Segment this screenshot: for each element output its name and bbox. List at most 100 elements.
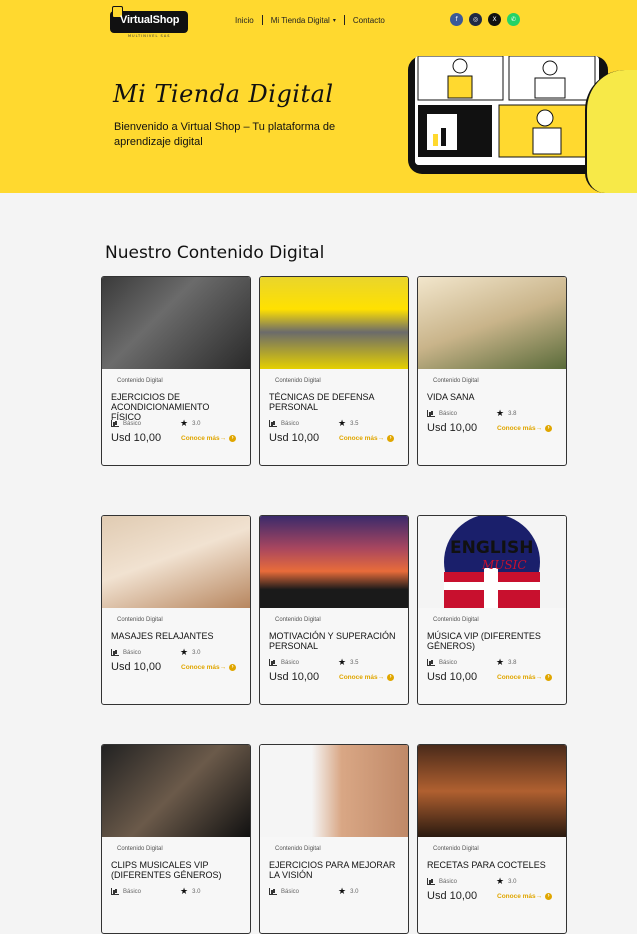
product-card-ejercicios-acondicionamiento[interactable]: Contenido Digital EJERCICIOS DE ACONDICI… (101, 276, 251, 466)
section-title: Nuestro Contenido Digital (105, 243, 325, 263)
card-price: Usd 10,00 (427, 671, 478, 683)
product-card-vida-sana[interactable]: Contenido Digital VIDA SANA Básico ★ 3.8… (417, 276, 567, 466)
star-icon: ★ (496, 876, 505, 886)
hero-banner: VirtualShop MULTINIVEL SAS Inicio Mi Tie… (0, 0, 637, 193)
bar-chart-icon (269, 420, 277, 427)
card-image[interactable] (260, 516, 408, 608)
music-text: MUSIC (482, 558, 527, 572)
card-image[interactable] (102, 516, 250, 608)
more-link[interactable]: Conoce más→ › (497, 893, 553, 900)
more-link[interactable]: Conoce más→ › (339, 674, 395, 681)
arrow-right-icon: › (387, 435, 395, 442)
star-icon: ★ (338, 886, 347, 896)
more-link-text: Conoce más→ (497, 674, 543, 681)
product-card-clips-musicales[interactable]: Contenido Digital CLIPS MUSICALES VIP (D… (101, 744, 251, 934)
nav-inicio[interactable]: Inicio (235, 16, 254, 25)
card-price: Usd 10,00 (111, 432, 162, 444)
card-title[interactable]: VIDA SANA (427, 392, 555, 402)
product-card-masajes[interactable]: Contenido Digital MASAJES RELAJANTES Bás… (101, 515, 251, 705)
bar-chart-icon (111, 649, 119, 656)
more-link-text: Conoce más→ (497, 893, 543, 900)
card-title[interactable]: MASAJES RELAJANTES (111, 631, 239, 641)
more-link-text: Conoce más→ (181, 664, 227, 671)
product-card-mejorar-vision[interactable]: Contenido Digital EJERCICIOS PARA MEJORA… (259, 744, 409, 934)
bar-chart-icon (427, 878, 435, 885)
more-link-text: Conoce más→ (339, 435, 385, 442)
more-link-text: Conoce más→ (181, 435, 227, 442)
arrow-right-icon: › (545, 674, 553, 681)
bar-chart-icon (269, 888, 277, 895)
card-level: Básico (427, 410, 457, 417)
card-rating: ★ 3.5 (338, 418, 358, 429)
card-rating: ★ 3.8 (496, 408, 516, 419)
card-price: Usd 10,00 (269, 432, 320, 444)
card-level: Básico (427, 878, 457, 885)
card-rating: ★ 3.0 (180, 886, 200, 897)
card-image[interactable] (102, 745, 250, 837)
card-level: Básico (269, 888, 299, 895)
x-icon[interactable]: X (488, 13, 501, 26)
card-level: Básico (427, 659, 457, 666)
more-link[interactable]: Conoce más→ › (339, 435, 395, 442)
instagram-icon[interactable]: ◎ (469, 13, 482, 26)
logo-text: VirtualShop (120, 14, 180, 26)
card-image[interactable] (102, 277, 250, 369)
card-category: Contenido Digital (117, 617, 163, 623)
hero-title: Mi Tienda Digital (113, 80, 334, 108)
product-card-motivacion[interactable]: Contenido Digital MOTIVACIÓN Y SUPERACIÓ… (259, 515, 409, 705)
more-link-text: Conoce más→ (339, 674, 385, 681)
card-title[interactable]: EJERCICIOS DE ACONDICIONAMIENTO FÍSICO (111, 392, 239, 422)
card-level-text: Básico (123, 888, 142, 895)
card-title[interactable]: EJERCICIOS PARA MEJORAR LA VISIÓN (269, 860, 397, 880)
card-level-text: Básico (439, 659, 458, 666)
bar-chart-icon (111, 420, 119, 427)
bar-chart-icon (427, 410, 435, 417)
product-card-tecnicas-defensa[interactable]: Contenido Digital TÉCNICAS DE DEFENSA PE… (259, 276, 409, 466)
card-category: Contenido Digital (117, 378, 163, 384)
card-image[interactable] (418, 745, 566, 837)
hand-illustration (585, 70, 637, 193)
card-price: Usd 10,00 (269, 671, 320, 683)
video-call-illustration (415, 56, 599, 165)
card-title[interactable]: CLIPS MUSICALES VIP (DIFERENTES GÉNEROS) (111, 860, 239, 880)
bar-chart-icon (269, 659, 277, 666)
card-title[interactable]: MÚSICA VIP (DIFERENTES GÉNEROS) (427, 631, 555, 651)
arrow-right-icon: › (229, 664, 237, 671)
nav-divider (261, 15, 263, 25)
product-card-recetas-cocteles[interactable]: Contenido Digital RECETAS PARA COCTELES … (417, 744, 567, 934)
bar-chart-icon (111, 888, 119, 895)
english-text: ENGLISH (450, 538, 534, 558)
chevron-down-icon[interactable]: ▾ (333, 17, 336, 24)
nav-mi-tienda-digital[interactable]: Mi Tienda Digital (271, 16, 330, 25)
nav-contacto[interactable]: Contacto (353, 16, 385, 25)
card-rating-value: 3.0 (192, 420, 201, 427)
more-link[interactable]: Conoce más→ › (181, 664, 237, 671)
card-image[interactable] (260, 745, 408, 837)
nav-divider (343, 15, 345, 25)
card-rating-value: 3.0 (192, 888, 201, 895)
card-title[interactable]: TÉCNICAS DE DEFENSA PERSONAL (269, 392, 397, 412)
facebook-icon[interactable]: f (450, 13, 463, 26)
card-rating-value: 3.5 (350, 659, 359, 666)
star-icon: ★ (180, 886, 189, 896)
card-category: Contenido Digital (433, 617, 479, 623)
card-image[interactable] (260, 277, 408, 369)
arrow-right-icon: › (229, 435, 237, 442)
card-image[interactable] (418, 277, 566, 369)
more-link-text: Conoce más→ (497, 425, 543, 432)
logo[interactable]: VirtualShop MULTINIVEL SAS (110, 6, 190, 40)
card-level-text: Básico (123, 649, 142, 656)
product-card-musica-vip[interactable]: ENGLISH MUSIC Contenido Digital MÚSICA V… (417, 515, 567, 705)
more-link[interactable]: Conoce más→ › (181, 435, 237, 442)
card-rating-value: 3.0 (508, 878, 517, 885)
card-level-text: Básico (439, 878, 458, 885)
card-image[interactable]: ENGLISH MUSIC (418, 516, 566, 608)
star-icon: ★ (496, 657, 505, 667)
social-links: f ◎ X ✆ (450, 13, 520, 26)
card-title[interactable]: MOTIVACIÓN Y SUPERACIÓN PERSONAL (269, 631, 397, 651)
card-title[interactable]: RECETAS PARA COCTELES (427, 860, 555, 870)
whatsapp-icon[interactable]: ✆ (507, 13, 520, 26)
more-link[interactable]: Conoce más→ › (497, 425, 553, 432)
more-link[interactable]: Conoce más→ › (497, 674, 553, 681)
card-level: Básico (269, 420, 299, 427)
